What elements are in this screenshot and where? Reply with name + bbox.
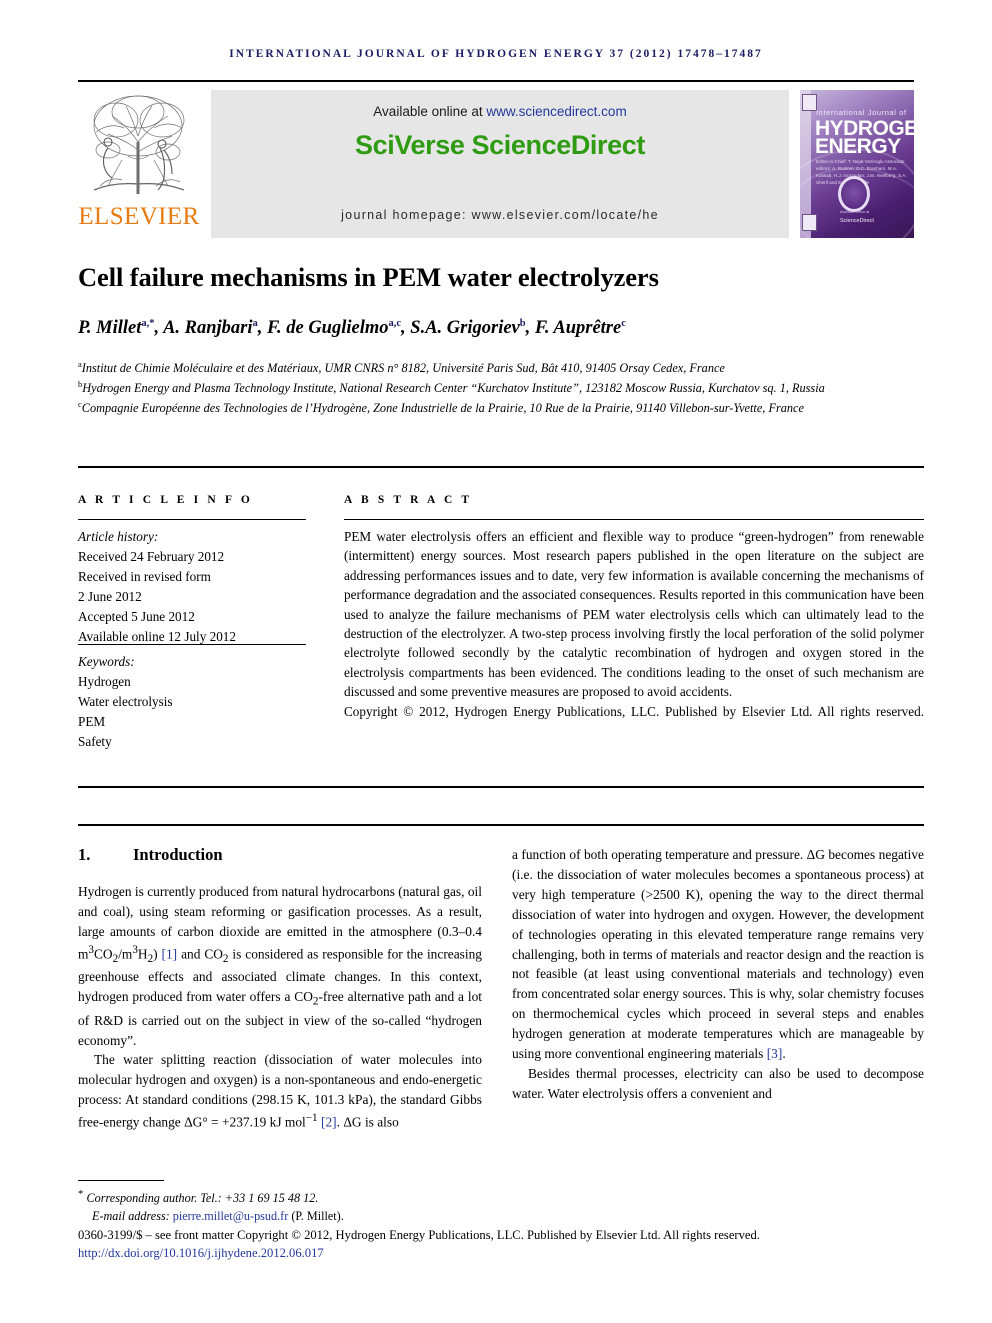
- abstract-body: PEM water electrolysis offers an efficie…: [344, 527, 924, 740]
- affiliation-item: aInstitut de Chimie Moléculaire et des M…: [78, 358, 924, 378]
- abstract-rule: [344, 519, 924, 520]
- affiliation-text: Compagnie Européenne des Technologies de…: [81, 401, 804, 416]
- citation-ref[interactable]: [2]: [321, 1115, 337, 1130]
- citation-ref[interactable]: [1]: [162, 946, 178, 961]
- article-history-line: Received in revised form: [78, 569, 211, 585]
- cover-provider-prefix: Available online at: [840, 210, 870, 214]
- affiliation-text: Institut de Chimie Moléculaire et des Ma…: [81, 361, 725, 376]
- body-paragraph-3: a function of both operating temperature…: [512, 847, 924, 1062]
- info-block-bottom-rule: [78, 786, 924, 788]
- affiliation-list: aInstitut de Chimie Moléculaire et des M…: [78, 358, 924, 418]
- available-online-prefix: Available online at: [373, 104, 487, 119]
- keyword-item: PEM: [78, 714, 106, 730]
- footnote-block: * Corresponding author. Tel.: +33 1 69 1…: [78, 1186, 638, 1226]
- affiliation-text: Hydrogen Energy and Plasma Technology In…: [82, 381, 825, 396]
- body-column-right: a function of both operating temperature…: [512, 845, 924, 1104]
- sciverse-sciencedirect-logo: SciVerse ScienceDirect: [355, 130, 645, 160]
- keyword-item: Safety: [78, 734, 112, 750]
- body-column-left: Hydrogen is currently produced from natu…: [78, 882, 482, 1133]
- email-note: E-mail address: pierre.millet@u-psud.fr …: [78, 1208, 638, 1226]
- cover-ellipse-graphic: [838, 176, 870, 212]
- keyword-item: Water electrolysis: [78, 694, 173, 710]
- elsevier-logo: ELSEVIER: [78, 90, 200, 238]
- elsevier-wordmark: ELSEVIER: [78, 203, 200, 230]
- cover-journal-prefix: International Journal of: [816, 108, 907, 117]
- asterisk-icon: *: [78, 1188, 84, 1200]
- email-label: E-mail address:: [92, 1208, 173, 1223]
- cover-provider-name: ScienceDirect: [840, 218, 874, 224]
- doi-link[interactable]: http://dx.doi.org/10.1016/j.ijhydene.201…: [78, 1246, 928, 1261]
- email-suffix: (P. Millet).: [288, 1208, 344, 1223]
- abstract-paragraph: PEM water electrolysis offers an efficie…: [344, 529, 924, 700]
- body-paragraph-1: Hydrogen is currently produced from natu…: [78, 884, 482, 1048]
- journal-cover-thumbnail: International Journal of HYDROGEN ENERGY…: [800, 90, 914, 238]
- affiliation-item: bHydrogen Energy and Plasma Technology I…: [78, 378, 924, 398]
- journal-homepage-line[interactable]: journal homepage: www.elsevier.com/locat…: [211, 208, 789, 222]
- corresponding-author-text: Corresponding author. Tel.: +33 1 69 15 …: [86, 1191, 319, 1206]
- keywords-heading: Keywords:: [78, 654, 135, 669]
- article-info-rule-1: [78, 519, 306, 520]
- cover-elsevier-mark-top: [802, 94, 817, 111]
- body-paragraph-4: Besides thermal processes, electricity c…: [512, 1065, 924, 1101]
- article-history-line: 2 June 2012: [78, 589, 142, 605]
- author-list: P. Milleta,*, A. Ranjbaria, F. de Guglie…: [78, 318, 626, 339]
- body-paragraph-2: The water splitting reaction (dissociati…: [78, 1052, 482, 1130]
- elsevier-tree-icon: [93, 95, 185, 194]
- abstract-copyright: Copyright © 2012, Hydrogen Energy Public…: [344, 703, 924, 719]
- journal-masthead: ELSEVIER Available online at www.science…: [78, 80, 914, 240]
- cover-title-line-2: ENERGY: [815, 135, 901, 158]
- article-history: Article history: Received 24 February 20…: [78, 527, 313, 647]
- running-head: INTERNATIONAL JOURNAL OF HYDROGEN ENERGY…: [229, 48, 763, 60]
- abstract-label: A B S T R A C T: [344, 494, 473, 506]
- affiliation-item: cCompagnie Européenne des Technologies d…: [78, 398, 924, 418]
- info-block-top-rule: [78, 466, 924, 468]
- corresponding-author-note: * Corresponding author. Tel.: +33 1 69 1…: [78, 1186, 638, 1208]
- keyword-item: Hydrogen: [78, 674, 131, 690]
- section-number: 1.: [78, 845, 91, 864]
- article-history-heading: Article history:: [78, 529, 159, 544]
- article-history-line: Accepted 5 June 2012: [78, 609, 195, 625]
- paper-page: INTERNATIONAL JOURNAL OF HYDROGEN ENERGY…: [0, 0, 992, 1323]
- article-history-line: Received 24 February 2012: [78, 549, 225, 565]
- available-online-line: Available online at www.sciencedirect.co…: [211, 104, 789, 119]
- issn-copyright-line: 0360-3199/$ – see front matter Copyright…: [78, 1228, 760, 1242]
- footnote-rule: [78, 1180, 164, 1181]
- paper-title: Cell failure mechanisms in PEM water ele…: [78, 262, 659, 292]
- article-info-label: A R T I C L E I N F O: [78, 494, 253, 506]
- sciencedirect-band: Available online at www.sciencedirect.co…: [211, 90, 789, 238]
- keywords-block: Keywords: Hydrogen Water electrolysis PE…: [78, 652, 313, 752]
- citation-ref[interactable]: [3]: [767, 1046, 783, 1061]
- sciencedirect-url[interactable]: www.sciencedirect.com: [486, 104, 626, 119]
- section-title: Introduction: [133, 845, 223, 864]
- body-top-rule: [78, 824, 924, 826]
- article-history-line: Available online 12 July 2012: [78, 629, 236, 645]
- email-link[interactable]: pierre.millet@u-psud.fr: [173, 1209, 288, 1223]
